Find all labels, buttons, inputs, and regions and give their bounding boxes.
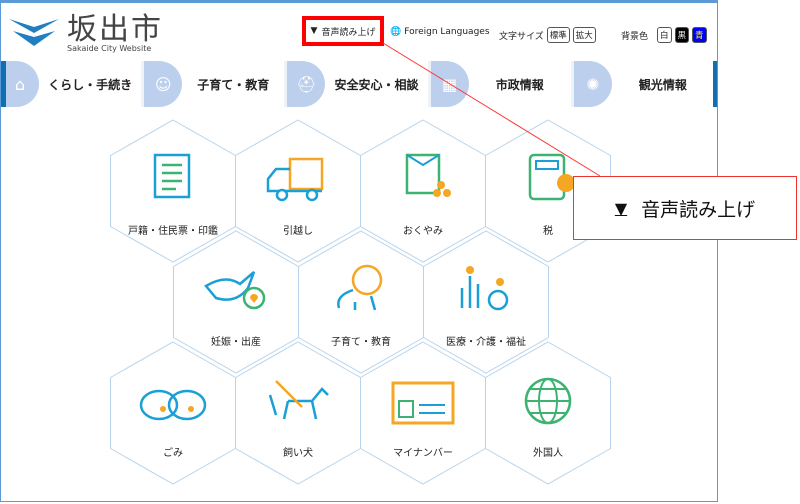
hex-tile-shape [235,341,361,485]
tile-label: 税 [543,224,553,237]
service-tile[interactable]: 子育て・教育 [298,230,424,374]
service-tile[interactable]: おくやみ [360,119,486,263]
tile-label: おくやみ [403,225,443,237]
tile-label: 子育て・教育 [331,335,391,348]
tile-label: 戸籍・住民票・印鑑 [128,224,218,237]
hex-tile-shape [423,230,549,374]
download-arrow-icon: ▼ [614,198,628,218]
tile-label: 外国人 [533,447,563,459]
tile-label: 妊娠・出産 [211,335,261,348]
service-tile-grid: 戸籍・住民票・印鑑 引越し おくやみ 税妊娠・出産 子育て・教育 医療・介護・福祉ごみ 飼い… [110,119,611,485]
hex-tile-shape [173,230,299,374]
hex-tile-shape [298,230,424,374]
service-tile[interactable]: マイナンバー [360,341,486,485]
tile-label: ごみ [163,446,183,459]
tile-label: 引越し [283,224,313,237]
service-tile[interactable]: 戸籍・住民票・印鑑 [110,119,236,263]
service-tile[interactable]: 引越し [235,119,361,263]
hex-tile-shape [360,119,486,263]
service-tile[interactable]: 飼い犬 [235,341,361,485]
tile-label: 飼い犬 [283,446,313,459]
hex-tile-shape [110,119,236,263]
service-tile[interactable]: ごみ [110,341,236,485]
tile-label: 医療・介護・福祉 [446,335,526,348]
tile-label: マイナンバー [393,447,453,459]
service-tile[interactable]: 医療・介護・福祉 [423,230,549,374]
service-tile[interactable]: 妊娠・出産 [173,230,299,374]
callout-label: 音声読み上げ [641,198,756,221]
service-tile[interactable]: 外国人 [485,341,611,485]
browser-frame: 坂出市 Sakaide City Website ▼ 音声読み上げ 🌐 Fore… [0,0,718,502]
voice-reading-callout: ▼ 音声読み上げ [573,176,797,240]
